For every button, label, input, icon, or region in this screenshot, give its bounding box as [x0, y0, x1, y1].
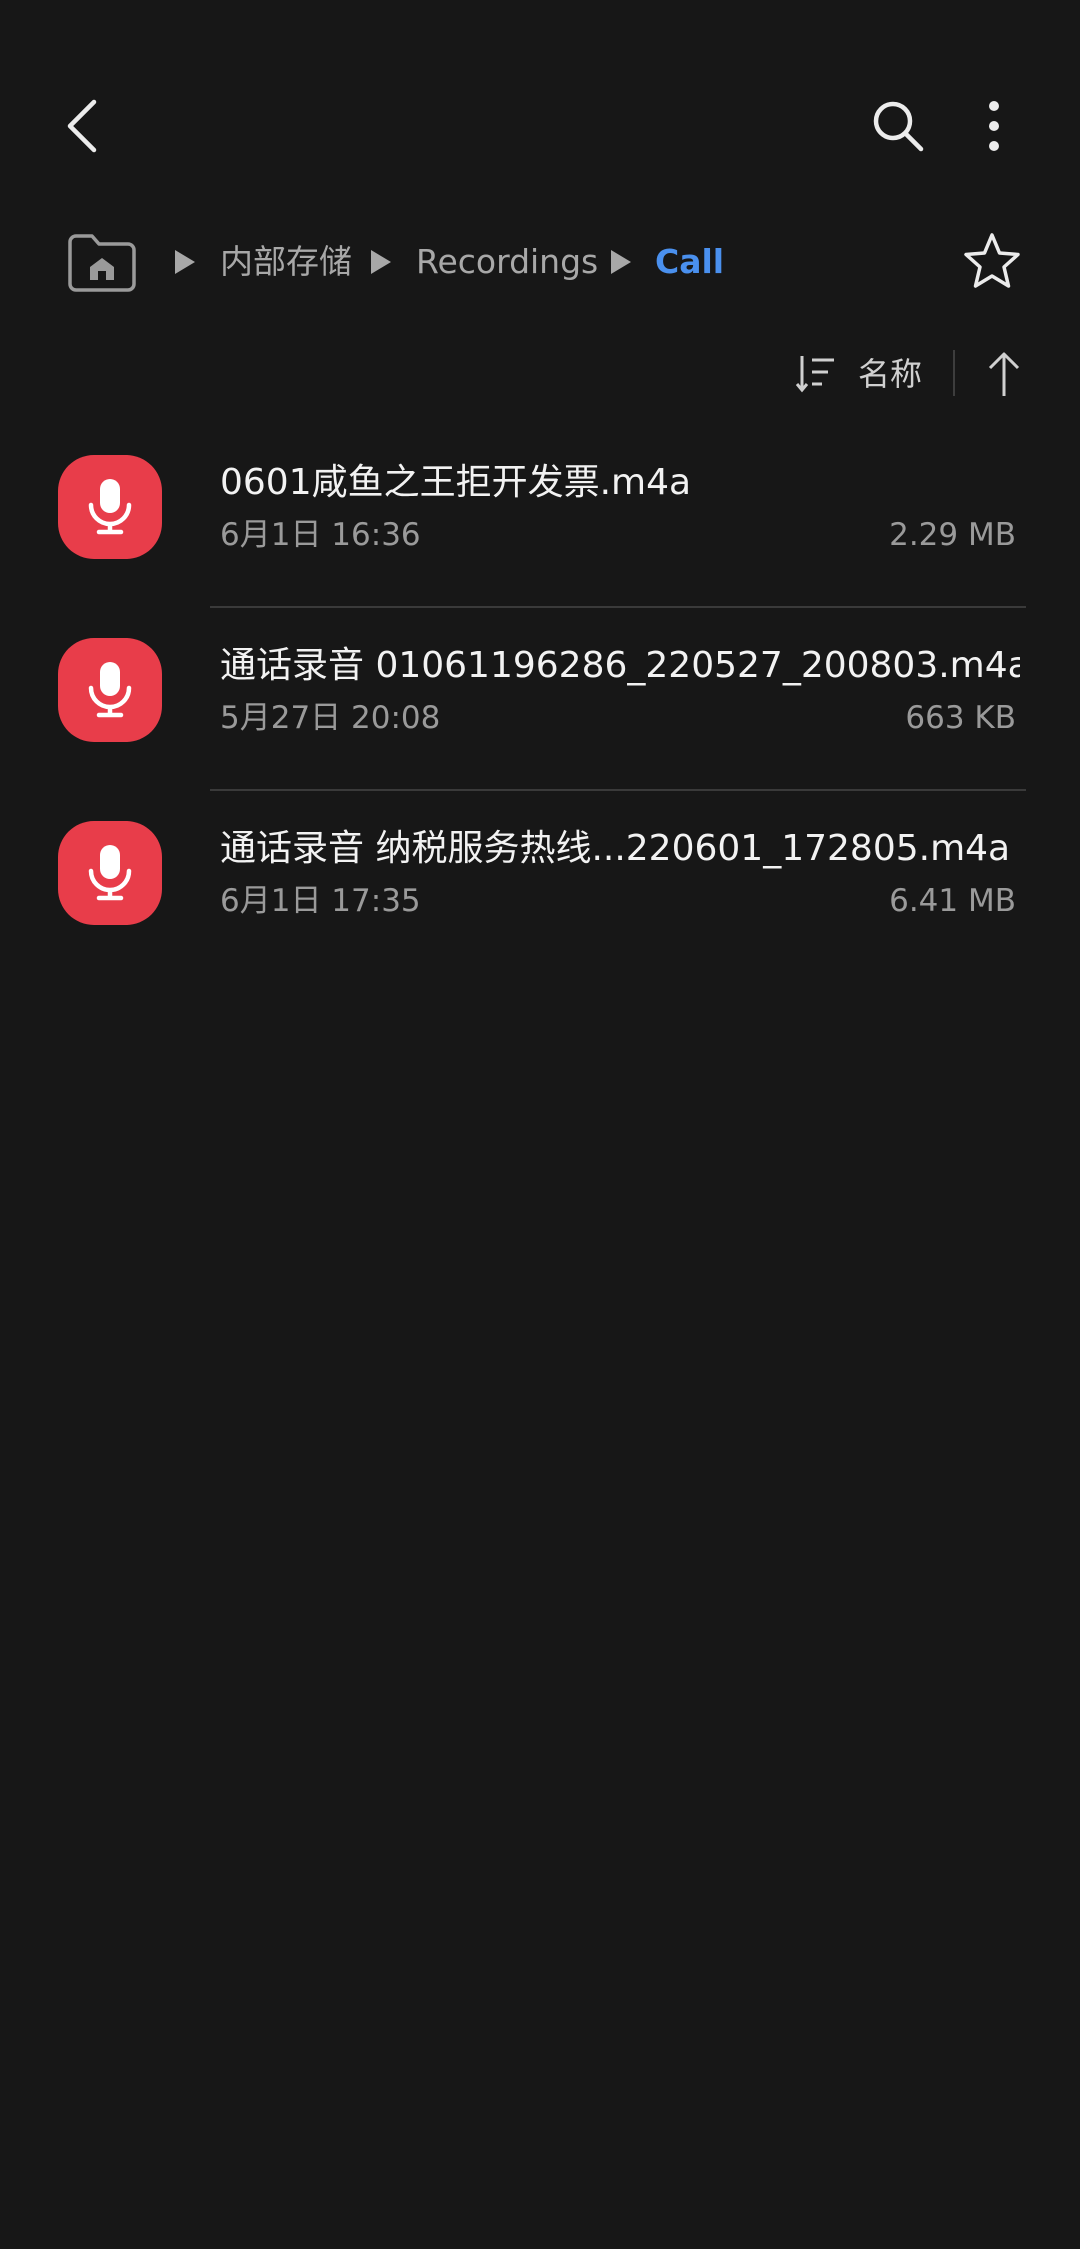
arrow-up-icon[interactable] [980, 348, 1028, 400]
breadcrumb-item-recordings[interactable]: Recordings [416, 240, 598, 284]
file-date: 6月1日 16:36 [220, 517, 421, 553]
star-icon [964, 233, 1020, 288]
home-folder-button[interactable] [64, 230, 140, 294]
file-list: 0601咸鱼之王拒开发票.m4a 6月1日 16:36 2.29 MB 通话录音… [0, 425, 1080, 974]
home-folder-icon [68, 234, 136, 292]
more-options-button[interactable] [964, 90, 1024, 162]
recording-file-icon [58, 638, 162, 742]
file-list-item[interactable]: 通话录音 01061196286_220527_200803.m4a 5月27日… [0, 608, 1080, 791]
file-name: 0601咸鱼之王拒开发票.m4a [220, 462, 692, 503]
chevron-left-icon [67, 99, 97, 153]
breadcrumb-arrow-icon [371, 250, 391, 274]
recording-file-icon [58, 821, 162, 925]
microphone-icon [88, 662, 132, 718]
favorite-button[interactable] [960, 230, 1024, 294]
search-button[interactable] [862, 90, 934, 162]
file-list-item[interactable]: 通话录音 纳税服务热线...220601_172805.m4a 6月1日 17:… [0, 791, 1080, 974]
file-date: 6月1日 17:35 [220, 883, 421, 919]
sort-by-name-button[interactable]: 名称 [858, 352, 922, 396]
back-button[interactable] [52, 86, 112, 166]
sort-icon[interactable] [794, 352, 838, 396]
file-size: 663 KB [905, 700, 1016, 736]
search-icon [873, 101, 924, 152]
file-name: 通话录音 01061196286_220527_200803.m4a [220, 645, 1020, 686]
more-vertical-icon [989, 101, 999, 151]
breadcrumb-item-call[interactable]: Call [655, 240, 724, 284]
recording-file-icon [58, 455, 162, 559]
file-name: 通话录音 纳税服务热线...220601_172805.m4a [220, 828, 1011, 869]
breadcrumb-arrow-icon [611, 250, 631, 274]
file-size: 2.29 MB [889, 517, 1016, 553]
breadcrumb: 内部存储 Recordings Call [0, 218, 1080, 306]
microphone-icon [88, 479, 132, 535]
breadcrumb-item-internal-storage[interactable]: 内部存储 [220, 240, 352, 284]
file-size: 6.41 MB [889, 883, 1016, 919]
sort-divider [953, 350, 955, 396]
file-date: 5月27日 20:08 [220, 700, 441, 736]
file-list-item[interactable]: 0601咸鱼之王拒开发票.m4a 6月1日 16:36 2.29 MB [0, 425, 1080, 608]
top-app-bar [0, 0, 1080, 200]
sort-bar: 名称 [0, 340, 1080, 410]
breadcrumb-arrow-icon [175, 250, 195, 274]
microphone-icon [88, 845, 132, 901]
